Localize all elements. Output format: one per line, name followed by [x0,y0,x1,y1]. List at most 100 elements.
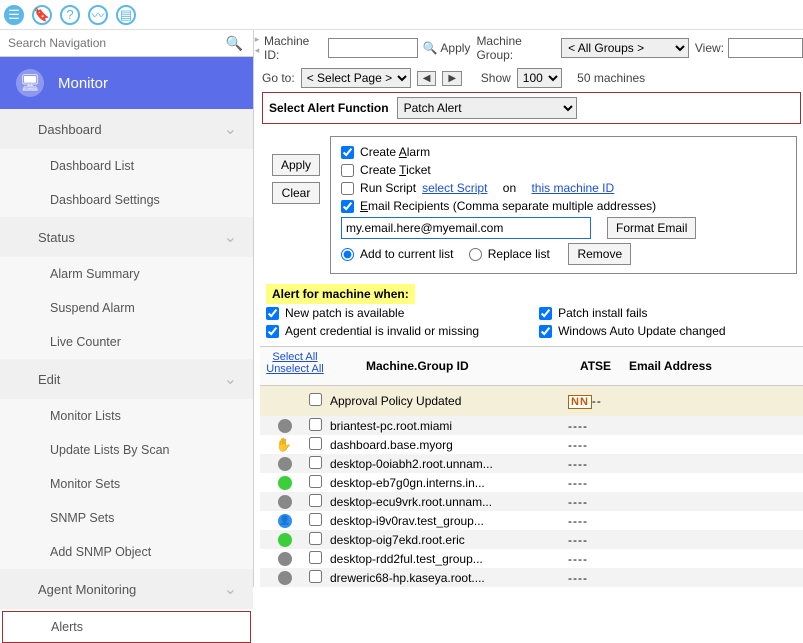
filter-bar: Machine ID: 🔍Apply Machine Group: < All … [260,30,803,66]
this-machine-link[interactable]: this machine ID [531,181,614,195]
row-checkbox[interactable] [309,475,322,488]
machine-name: dashboard.base.myorg [330,438,568,452]
next-page-button[interactable]: ▶ [442,71,462,86]
nav-group-status[interactable]: Status⌄ [0,217,253,257]
row-checkbox[interactable] [309,456,322,469]
atse-value: ---- [568,514,623,528]
nav-item-alarm-summary[interactable]: Alarm Summary [0,257,253,291]
email-checkbox[interactable] [341,200,354,213]
row-checkbox[interactable] [309,393,322,406]
machine-name: briantest-pc.root.miami [330,419,568,433]
machine-name: desktop-eb7g0gn.interns.in... [330,476,568,490]
atse-value: ---- [568,457,623,471]
nav-item-alerts[interactable]: Alerts [2,611,251,643]
email-recipients-label: Email Recipients (Comma separate multipl… [360,199,656,213]
install-fails-checkbox[interactable] [539,307,552,320]
machine-name: desktop-i9v0rav.test_group... [330,514,568,528]
header-machine-group: Machine.Group ID [360,347,568,385]
agent-cred-checkbox[interactable] [266,325,279,338]
format-email-button[interactable]: Format Email [607,217,696,239]
nav-item-snmp-sets[interactable]: SNMP Sets [0,501,253,535]
section-title: Monitor [58,75,108,92]
view-input[interactable] [728,38,803,58]
row-checkbox[interactable] [309,532,322,545]
machine-id-input[interactable] [328,38,418,58]
page-size-select[interactable]: 100 [517,68,562,88]
machine-name: Approval Policy Updated [330,394,568,408]
view-label: View: [695,41,724,55]
help-icon[interactable]: ? [60,5,80,25]
table-row: 👤 desktop-i9v0rav.test_group...---- [260,511,803,530]
status-dot-icon [278,533,292,547]
create-ticket-checkbox[interactable] [341,164,354,177]
apply-filter-button[interactable]: 🔍Apply [422,41,470,55]
create-alarm-label: Create Alarm [360,145,430,159]
row-checkbox[interactable] [309,418,322,431]
search-input[interactable] [4,32,220,54]
nav-item-monitor-sets[interactable]: Monitor Sets [0,467,253,501]
nav-item-dashboard-settings[interactable]: Dashboard Settings [0,183,253,217]
chevron-down-icon: ⌄ [224,579,237,599]
replace-list-radio[interactable] [469,248,482,261]
nav-item-suspend-alarm[interactable]: Suspend Alarm [0,291,253,325]
email-input[interactable] [341,217,591,239]
bookmark-icon[interactable]: 🔖 [32,5,52,25]
select-script-link[interactable]: select Script [422,181,487,195]
alert-function-row: Select Alert Function Patch Alert [262,92,801,124]
machine-name: desktop-0oiabh2.root.unnam... [330,457,568,471]
auto-update-checkbox[interactable] [539,325,552,338]
status-cell: 👤 [260,514,300,528]
row-checkbox[interactable] [309,494,322,507]
clipboard-icon[interactable]: ▤ [116,5,136,25]
unselect-all-link[interactable]: Unselect All [266,363,324,375]
row-checkbox[interactable] [309,551,322,564]
chevron-down-icon: ⌄ [224,119,237,139]
table-row: desktop-oig7ekd.root.eric---- [260,530,803,549]
create-ticket-label: Create Ticket [360,163,431,177]
sidebar: 🔍 🖥 Monitor Dashboard⌄ Dashboard List Da… [0,30,254,587]
row-checkbox[interactable] [309,437,322,450]
goto-page-select[interactable]: < Select Page > [301,68,411,88]
clear-button[interactable]: Clear [272,182,320,204]
config-box: Create Alarm Create Ticket Run Script se… [330,136,797,274]
nav-item-live-counter[interactable]: Live Counter [0,325,253,359]
search-icon[interactable]: 🔍 [220,33,249,54]
nav-group-agent-monitoring[interactable]: Agent Monitoring⌄ [0,569,253,609]
prev-page-button[interactable]: ◀ [417,71,437,86]
run-script-checkbox[interactable] [341,182,354,195]
list-icon[interactable]: ☰ [4,5,24,25]
select-all-link[interactable]: Select All [266,351,324,363]
status-dot-icon [278,457,292,471]
activity-icon[interactable]: 〰 [88,5,108,25]
main-panel: Machine ID: 🔍Apply Machine Group: < All … [260,30,803,587]
apply-button[interactable]: Apply [272,154,320,176]
machine-name: desktop-ecu9vrk.root.unnam... [330,495,568,509]
pagination-row: Go to: < Select Page > ◀ ▶ Show 100 50 m… [260,66,803,90]
nav-item-update-lists[interactable]: Update Lists By Scan [0,433,253,467]
row-checkbox[interactable] [309,513,322,526]
machine-group-select[interactable]: < All Groups > [561,38,689,58]
nav-group-dashboard[interactable]: Dashboard⌄ [0,109,253,149]
table-row: desktop-rdd2ful.test_group...---- [260,549,803,568]
nav-group-edit[interactable]: Edit⌄ [0,359,253,399]
create-alarm-checkbox[interactable] [341,146,354,159]
atse-value: ---- [568,552,623,566]
atse-value: NN-- [568,394,623,408]
config-area: Apply Clear Create Alarm Create Ticket R… [260,126,803,280]
nav-item-monitor-lists[interactable]: Monitor Lists [0,399,253,433]
row-checkbox[interactable] [309,570,322,583]
alert-function-select[interactable]: Patch Alert [397,97,577,119]
atse-value: ---- [568,495,623,509]
table-header: Select All Unselect All Machine.Group ID… [260,346,803,386]
add-list-radio[interactable] [341,248,354,261]
table-row: Approval Policy UpdatedNN-- [260,386,803,416]
status-cell: ✋ [260,437,300,453]
new-patch-checkbox[interactable] [266,307,279,320]
replace-list-label: Replace list [488,247,550,261]
machine-count: 50 machines [577,71,645,85]
remove-button[interactable]: Remove [568,243,631,265]
header-atse: ATSE [568,347,623,385]
table-row: desktop-0oiabh2.root.unnam...---- [260,454,803,473]
nav-item-add-snmp[interactable]: Add SNMP Object [0,535,253,569]
nav-item-dashboard-list[interactable]: Dashboard List [0,149,253,183]
